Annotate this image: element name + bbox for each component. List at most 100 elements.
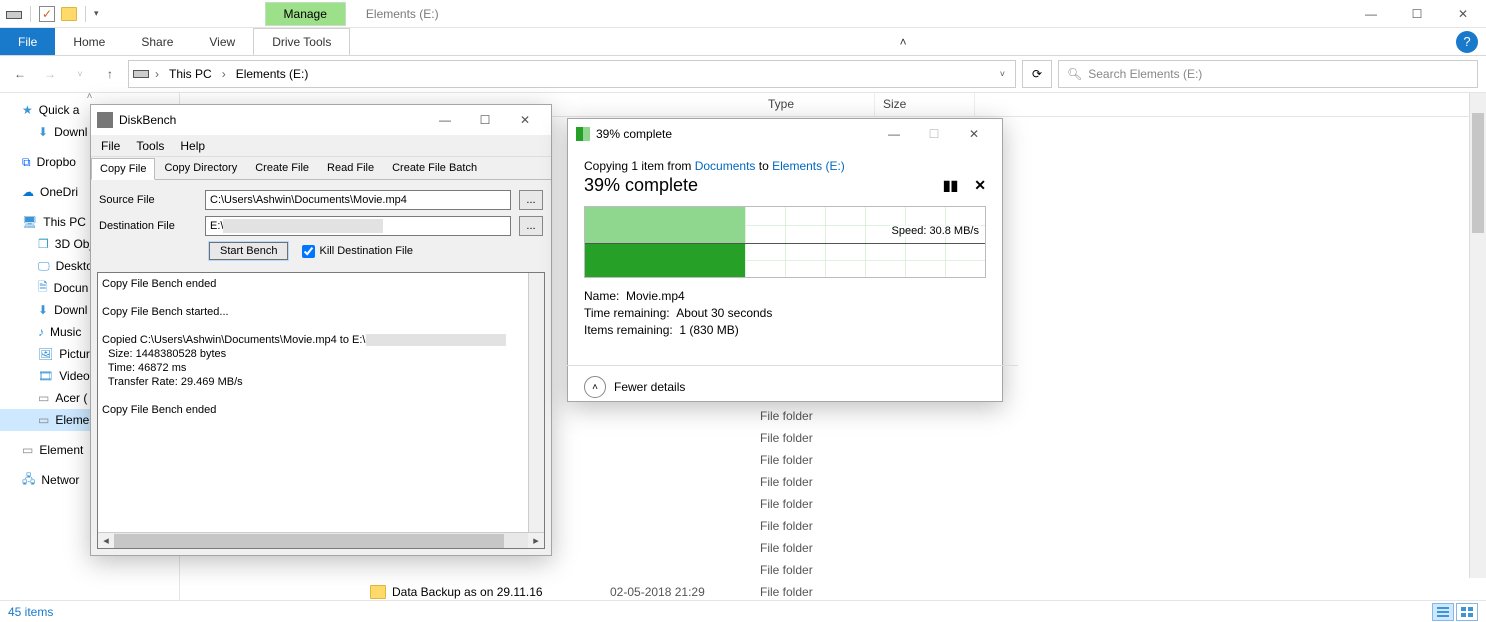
drive-tools-tab[interactable]: Drive Tools: [253, 28, 350, 55]
tab-create-file[interactable]: Create File: [246, 157, 318, 179]
window-title: Elements (E:): [366, 7, 439, 21]
close-button[interactable]: ✕: [1440, 0, 1486, 28]
help-icon[interactable]: ?: [1456, 31, 1478, 53]
menu-help[interactable]: Help: [180, 139, 205, 153]
drive-icon: ▭: [38, 413, 49, 427]
folder-icon: [370, 585, 386, 599]
chevron-up-icon[interactable]: ˄: [87, 93, 93, 102]
drive-icon: ▭: [38, 391, 49, 405]
videos-icon: 🎞: [38, 369, 53, 383]
maximize-button[interactable]: ☐: [465, 105, 505, 135]
desktop-icon: 🖵: [38, 259, 50, 274]
log-horizontal-scrollbar[interactable]: ◂ ▸: [98, 532, 544, 548]
chevron-up-icon: ˄: [584, 376, 606, 398]
minimize-button[interactable]: —: [874, 119, 914, 149]
pause-button[interactable]: ▮▮: [943, 177, 958, 194]
item-count: 45 items: [8, 605, 53, 619]
minimize-button[interactable]: —: [1348, 0, 1394, 28]
start-bench-button[interactable]: Start Bench: [209, 242, 288, 260]
list-item[interactable]: File folder: [180, 559, 1486, 581]
tab-copy-directory[interactable]: Copy Directory: [155, 157, 246, 179]
copy-from-text: Copying 1 item from Documents to Element…: [584, 159, 986, 173]
minimize-button[interactable]: —: [425, 105, 465, 135]
forward-button[interactable]: →: [38, 62, 62, 86]
up-button[interactable]: ↑: [98, 62, 122, 86]
copy-progress-window: 39% complete — ☐ ✕ Copying 1 item from D…: [567, 118, 1003, 402]
scroll-right-icon[interactable]: ▸: [528, 533, 544, 549]
scroll-left-icon[interactable]: ◂: [98, 533, 114, 549]
address-bar-row: ← → ˅ ↑ › This PC › Elements (E:) ˅ ⟳ 🔍︎…: [0, 56, 1486, 92]
view-tab[interactable]: View: [191, 28, 253, 55]
chevron-right-icon[interactable]: ›: [220, 67, 228, 81]
cancel-button[interactable]: ✕: [974, 177, 986, 194]
speed-label: Speed: 30.8 MB/s: [890, 225, 981, 237]
explorer-titlebar: ✓ ▾ Manage Elements (E:) — ☐ ✕: [0, 0, 1486, 28]
network-icon: 🖧: [22, 470, 35, 491]
maximize-button[interactable]: ☐: [914, 119, 954, 149]
close-button[interactable]: ✕: [505, 105, 545, 135]
recent-dropdown-icon[interactable]: ˅: [68, 62, 92, 86]
menu-file[interactable]: File: [101, 139, 120, 153]
search-placeholder: Search Elements (E:): [1088, 67, 1202, 81]
cloud-icon: ☁: [22, 185, 34, 199]
music-icon: ♪: [38, 325, 44, 339]
home-tab[interactable]: Home: [55, 28, 123, 55]
drive-icon: ▭: [22, 443, 33, 457]
address-bar[interactable]: › This PC › Elements (E:) ˅: [128, 60, 1016, 88]
app-icon: [97, 112, 113, 128]
pc-icon: 🖥: [22, 215, 37, 229]
share-tab[interactable]: Share: [123, 28, 191, 55]
checkbox-icon[interactable]: ✓: [39, 6, 55, 22]
large-icons-view-icon[interactable]: [1456, 603, 1478, 621]
pictures-icon: 🖼: [38, 347, 53, 361]
file-tab[interactable]: File: [0, 28, 55, 55]
fewer-details-button[interactable]: ˄ Fewer details: [568, 366, 1002, 398]
qat-dropdown-icon[interactable]: ▾: [94, 8, 99, 19]
log-output[interactable]: Copy File Bench ended Copy File Bench st…: [97, 272, 545, 549]
address-dropdown-icon[interactable]: ˅: [994, 69, 1011, 79]
copy-progress-icon: [576, 127, 590, 141]
kill-destination-checkbox[interactable]: Kill Destination File: [302, 245, 413, 258]
status-bar: 45 items: [0, 600, 1486, 622]
tab-create-file-batch[interactable]: Create File Batch: [383, 157, 486, 179]
dropbox-icon: ⧉: [22, 155, 31, 170]
copy-titlebar[interactable]: 39% complete — ☐ ✕: [568, 119, 1002, 149]
tab-strip: Copy File Copy Directory Create File Rea…: [91, 157, 551, 180]
close-button[interactable]: ✕: [954, 119, 994, 149]
search-input[interactable]: 🔍︎ Search Elements (E:): [1058, 60, 1478, 88]
tab-read-file[interactable]: Read File: [318, 157, 383, 179]
dest-link[interactable]: Elements (E:): [772, 159, 845, 173]
window-title: 39% complete: [596, 127, 672, 141]
star-icon: ★: [22, 103, 33, 117]
source-link[interactable]: Documents: [695, 159, 756, 173]
documents-icon: 🗎: [38, 278, 48, 299]
ribbon-collapse-icon[interactable]: ˄: [892, 28, 915, 55]
list-item[interactable]: Data Backup as on 29.11.16 02-05-2018 21…: [180, 581, 1486, 600]
log-vertical-scrollbar[interactable]: [528, 273, 544, 532]
col-size: Size: [875, 93, 975, 116]
browse-source-button[interactable]: ...: [519, 190, 543, 210]
back-button[interactable]: ←: [8, 62, 32, 86]
maximize-button[interactable]: ☐: [1394, 0, 1440, 28]
cube-icon: ❒: [38, 237, 49, 251]
window-title: DiskBench: [119, 113, 176, 127]
source-file-input[interactable]: [205, 190, 511, 210]
tab-copy-file[interactable]: Copy File: [91, 158, 155, 180]
refresh-button[interactable]: ⟳: [1022, 60, 1052, 88]
breadcrumb-thispc[interactable]: This PC: [165, 67, 216, 81]
browse-dest-button[interactable]: ...: [519, 216, 543, 236]
folder-icon[interactable]: [61, 6, 77, 22]
destination-file-input[interactable]: E:\: [205, 216, 511, 236]
ribbon-tabs: File Home Share View Drive Tools ˄ ?: [0, 28, 1486, 56]
details-view-icon[interactable]: [1432, 603, 1454, 621]
percent-complete: 39% complete: [584, 175, 698, 196]
menu-tools[interactable]: Tools: [136, 139, 164, 153]
breadcrumb-current[interactable]: Elements (E:): [232, 67, 313, 81]
chevron-right-icon[interactable]: ›: [153, 67, 161, 81]
drive-icon: [133, 67, 149, 82]
manage-contextual-tab[interactable]: Manage: [265, 2, 346, 26]
diskbench-window: DiskBench — ☐ ✕ File Tools Help Copy Fil…: [90, 104, 552, 556]
diskbench-titlebar[interactable]: DiskBench — ☐ ✕: [91, 105, 551, 135]
vertical-scrollbar[interactable]: [1469, 93, 1486, 578]
download-icon: ⬇: [38, 125, 48, 139]
